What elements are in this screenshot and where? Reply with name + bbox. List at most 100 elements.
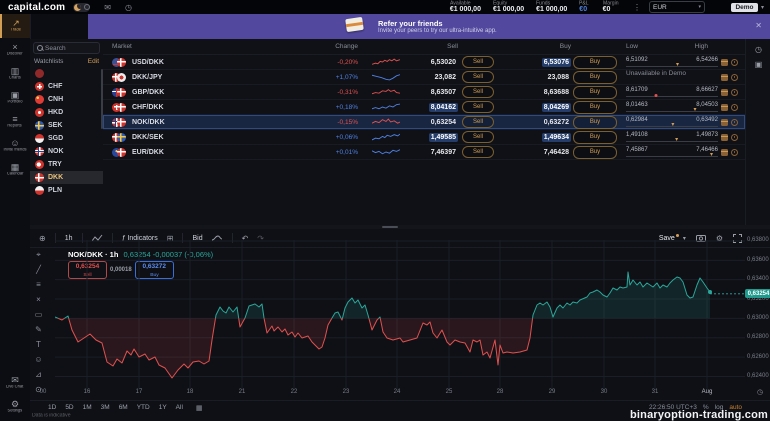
parallel-lines-icon[interactable]: ≡ xyxy=(36,277,41,292)
sidebar-item-portfolio[interactable]: ▣Portfolio xyxy=(0,86,30,110)
add-instrument-icon[interactable]: ⊕ xyxy=(39,234,46,243)
sidebar-item-charts[interactable]: ▥Charts xyxy=(0,62,30,86)
sell-button[interactable]: Sell xyxy=(462,101,494,113)
price-tick: 0,63000 xyxy=(747,315,769,321)
buy-button[interactable]: Buy xyxy=(573,146,617,159)
moon-icon xyxy=(74,4,81,11)
info-circle-icon[interactable] xyxy=(731,89,738,96)
time-axis[interactable]: 00161718212223242528293031Aug xyxy=(55,389,745,399)
price-chart[interactable] xyxy=(55,240,745,390)
more-menu-icon[interactable]: ⋮ xyxy=(633,3,641,12)
measure-icon[interactable]: ⊿ xyxy=(35,367,42,382)
market-row-chf-dkk[interactable]: CHF/DKK+0,18%8,04162Sell8,04269Buy8,0146… xyxy=(103,100,745,115)
watchlist-item-partial[interactable] xyxy=(30,67,103,80)
watchlist-item-hkd[interactable]: HKD xyxy=(30,106,103,119)
gift-icon[interactable] xyxy=(721,74,728,81)
search-input[interactable]: Search xyxy=(33,42,100,54)
sell-button[interactable]: Sell xyxy=(462,116,494,128)
timeframe-5d[interactable]: 5D xyxy=(65,404,73,412)
picture-icon[interactable]: ▣ xyxy=(746,60,770,69)
sell-button[interactable]: Sell xyxy=(462,86,494,98)
watchlist-item-pln[interactable]: PLN xyxy=(30,184,103,197)
timeframe-6m[interactable]: 6M xyxy=(119,404,128,412)
market-row-gbp-dkk[interactable]: GBP/DKK-0,31%8,63507Sell8,63688Buy8,6170… xyxy=(103,85,745,100)
watchlist-item-chf[interactable]: CHF xyxy=(30,80,103,93)
info-circle-icon[interactable] xyxy=(731,104,738,111)
buy-button[interactable]: Buy xyxy=(573,56,617,69)
gift-icon[interactable] xyxy=(721,59,728,66)
price-axis[interactable]: 0,638000,636000,634000,632000,630000,628… xyxy=(745,240,770,390)
brush-icon[interactable]: ✎ xyxy=(35,322,42,337)
header-market: Market xyxy=(103,43,318,50)
sidebar-item-discover[interactable]: ×Discover xyxy=(0,38,30,62)
gift-icon[interactable] xyxy=(721,149,728,156)
buy-price: 7,46428 xyxy=(542,148,571,157)
shapes-icon[interactable]: ▭ xyxy=(35,307,43,322)
buy-price: 0,63272 xyxy=(542,118,571,127)
buy-button[interactable]: Buy xyxy=(573,86,617,99)
market-row-nok-dkk[interactable]: NOK/DKK-0,15%0,63254Sell0,63272Buy0,6298… xyxy=(103,115,745,130)
demo-mode-button[interactable]: Demo xyxy=(731,3,758,12)
info-circle-icon[interactable] xyxy=(731,119,738,126)
timeframe-1y[interactable]: 1Y xyxy=(159,404,167,412)
custom-range-calendar-icon[interactable]: ▦ xyxy=(196,404,203,412)
demo-chevron-icon[interactable]: ▾ xyxy=(761,4,764,11)
history-icon[interactable]: ◷ xyxy=(125,3,132,12)
buy-button[interactable]: Buy xyxy=(573,131,617,144)
sell-button[interactable]: Sell xyxy=(462,56,494,68)
info-circle-icon[interactable] xyxy=(731,149,738,156)
watchlist-item-cnh[interactable]: CNH xyxy=(30,93,103,106)
sidebar-item-live-chat[interactable]: ✉Live Chat xyxy=(0,371,30,395)
dkk-flag-icon xyxy=(117,103,126,112)
watchlist-item-dkk[interactable]: DKK xyxy=(30,171,103,184)
trendline-icon[interactable]: ╱ xyxy=(36,262,41,277)
emoji-tool-icon[interactable]: ☺ xyxy=(34,352,42,367)
sell-button[interactable]: Sell xyxy=(462,146,494,158)
sell-button[interactable]: Sell xyxy=(462,71,494,83)
sidebar-item-trade[interactable]: ↗Trade xyxy=(0,14,30,38)
timeframe-1d[interactable]: 1D xyxy=(48,404,56,412)
sidebar-item-calendar[interactable]: ▦Calendar xyxy=(0,158,30,182)
splitter-handle[interactable] xyxy=(382,226,398,228)
market-row-eur-dkk[interactable]: EUR/DKK+0,01%7,46397Sell7,46428Buy7,4586… xyxy=(103,145,745,160)
timeframe-1m[interactable]: 1M xyxy=(83,404,92,412)
sidebar-item-settings[interactable]: ⚙Settings xyxy=(0,395,30,419)
gift-icon[interactable] xyxy=(721,134,728,141)
watchlist-item-sgd[interactable]: SGD xyxy=(30,132,103,145)
pattern-icon[interactable]: × xyxy=(36,292,41,307)
crosshair-icon[interactable]: ⌖ xyxy=(36,247,41,262)
buy-button[interactable]: Buy xyxy=(573,101,617,114)
gift-icon[interactable] xyxy=(721,89,728,96)
market-row-usd-dkk[interactable]: USD/DKK-0,20%6,53020Sell6,53076Buy6,5109… xyxy=(103,55,745,70)
text-tool-icon[interactable]: T xyxy=(36,337,41,352)
sell-button[interactable]: Sell xyxy=(462,131,494,143)
info-circle-icon[interactable] xyxy=(731,59,738,66)
timeframe-all[interactable]: All xyxy=(176,404,183,412)
info-circle-icon[interactable] xyxy=(731,134,738,141)
watchlists-edit-button[interactable]: Edit xyxy=(88,58,99,65)
history-clock-icon[interactable]: ◷ xyxy=(746,45,770,54)
mail-icon[interactable]: ✉ xyxy=(104,3,111,12)
referral-banner: Refer your friends Invite your peers to … xyxy=(88,14,770,39)
axis-clock-icon[interactable]: ◷ xyxy=(757,388,763,396)
timeframe-ytd[interactable]: YTD xyxy=(137,404,150,412)
hkd-flag-icon xyxy=(35,108,44,117)
range-marker-icon xyxy=(655,94,658,97)
buy-button[interactable]: Buy xyxy=(573,116,617,129)
watchlist-item-sek[interactable]: SEK xyxy=(30,119,103,132)
market-row-dkk-sek[interactable]: DKK/SEK+0,06%1,49585Sell1,49634Buy1,4910… xyxy=(103,130,745,145)
watchlist-item-nok[interactable]: NOK xyxy=(30,145,103,158)
buy-button[interactable]: Buy xyxy=(573,71,617,84)
watchlist-item-try[interactable]: TRY xyxy=(30,158,103,171)
sidebar-item-reports[interactable]: ≡Reports xyxy=(0,110,30,134)
info-circle-icon[interactable] xyxy=(731,74,738,81)
sidebar-item-invite-friends[interactable]: ☺Invite friends xyxy=(0,134,30,158)
gift-icon[interactable] xyxy=(721,119,728,126)
timeframe-3m[interactable]: 3M xyxy=(101,404,110,412)
banner-close-icon[interactable]: ✕ xyxy=(755,21,762,30)
currency-select[interactable]: EUR ▾ xyxy=(649,1,705,13)
theme-toggle[interactable] xyxy=(73,3,90,12)
market-row-dkk-jpy[interactable]: DKK/JPY+1,07%23,082Sell23,088BuyUnavaila… xyxy=(103,70,745,85)
dkk-flag-icon xyxy=(117,88,126,97)
gift-icon[interactable] xyxy=(721,104,728,111)
